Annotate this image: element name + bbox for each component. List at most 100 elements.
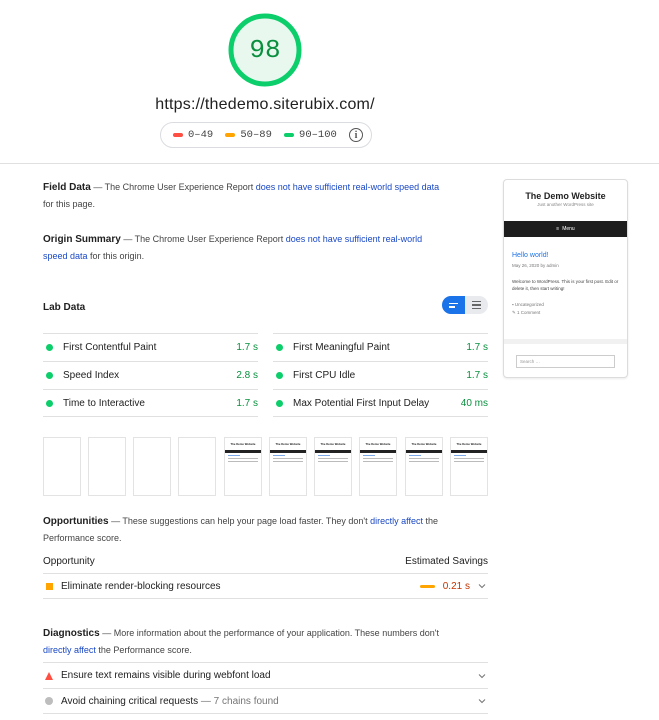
preview-site-title: The Demo Website (525, 191, 606, 201)
fail-indicator-icon (45, 671, 53, 680)
expanded-view-button[interactable] (465, 296, 488, 314)
diagnostic-critical-request-chains[interactable]: Avoid chaining critical requests — 7 cha… (43, 688, 488, 714)
diagnostics-link[interactable]: directly affect (43, 645, 96, 655)
filmstrip-frame-blank (133, 437, 171, 496)
metric-value: 40 ms (460, 397, 488, 409)
legend-pass-swatch (284, 133, 295, 137)
thumb-line (318, 461, 348, 462)
thumb-line (363, 455, 375, 456)
metric-first-cpu-idle: First CPU Idle 1.7 s (273, 361, 488, 389)
legend-fail-label: 0–49 (188, 129, 214, 141)
metric-name: First Meaningful Paint (293, 341, 390, 353)
preview-category-label: Uncategorized (514, 302, 544, 307)
metrics-view-toggle[interactable] (442, 296, 488, 314)
thumb-line (363, 458, 393, 459)
origin-summary-section: Origin Summary — The Chrome User Experie… (43, 231, 448, 264)
final-screenshot-preview: The Demo Website Just another WordPress … (503, 179, 628, 378)
thumb-line (454, 458, 484, 459)
thumb-line (318, 458, 348, 459)
legend-item-average: 50–89 (225, 129, 272, 141)
lab-data-title: Lab Data (43, 302, 86, 313)
savings-column-header: Estimated Savings (405, 556, 488, 567)
opportunities-table-header: Opportunity Estimated Savings (43, 556, 488, 567)
metric-value: 2.8 s (236, 369, 258, 381)
opportunities-text-pre: — These suggestions can help your page l… (111, 516, 371, 526)
audit-title: Avoid chaining critical requests (61, 695, 199, 707)
thumb-line (228, 458, 258, 459)
savings-bar (419, 584, 435, 588)
thumb-site-title: The Demo Website (320, 442, 346, 446)
header-divider (0, 163, 659, 164)
metric-name: Speed Index (63, 369, 120, 381)
filmstrip-frame-blank (178, 437, 216, 496)
thumb-line (409, 461, 439, 462)
thumb-menu-bar (225, 450, 261, 453)
preview-separator (504, 339, 627, 344)
preview-post-body: Welcome to WordPress. This is your first… (512, 279, 619, 291)
thumb-line (273, 455, 285, 456)
thumb-line (454, 461, 484, 462)
thumb-menu-bar (406, 450, 442, 453)
legend-item-fail: 0–49 (173, 129, 213, 141)
preview-post-title: Hello world! (512, 252, 549, 259)
metric-time-to-interactive: Time to Interactive 1.7 s (43, 389, 258, 417)
metric-first-meaningful-paint: First Meaningful Paint 1.7 s (273, 333, 488, 361)
thumb-menu-bar (270, 450, 306, 453)
diagnostics-text-pre: — More information about the performance… (102, 628, 439, 638)
filmstrip-frame-rendered: The Demo Website (405, 437, 443, 496)
metric-value: 1.7 s (466, 369, 488, 381)
preview-post: Hello world! May 26, 2020 by admin Welco… (512, 252, 622, 316)
metric-name: First Contentful Paint (63, 341, 157, 353)
field-data-link[interactable]: does not have sufficient real-world spee… (256, 182, 439, 192)
metric-row: Time to Interactive 1.7 s Max Potential … (43, 389, 488, 417)
diagnostics-title: Diagnostics (43, 628, 100, 639)
preview-search-field: Search … (516, 355, 615, 368)
opportunities-link[interactable]: directly affect (370, 516, 423, 526)
field-data-text-pre: — The Chrome User Experience Report (93, 182, 256, 192)
field-data-text-post: for this page. (43, 199, 96, 209)
pass-indicator (46, 371, 53, 379)
audit-title: Ensure text remains visible during webfo… (61, 670, 271, 681)
expanded-view-icon (472, 300, 481, 310)
preview-post-date: May 26, 2020 by admin (512, 263, 559, 268)
metric-row: Speed Index 2.8 s First CPU Idle 1.7 s (43, 361, 488, 389)
legend-average-swatch (225, 133, 236, 137)
thumb-line (409, 458, 439, 459)
origin-summary-text-post: for this origin. (87, 251, 145, 261)
opportunity-column-header: Opportunity (43, 556, 95, 567)
thumb-menu-bar (360, 450, 396, 453)
preview-comments-label: 1 Comment (517, 310, 541, 315)
chevron-down-icon[interactable] (478, 672, 486, 680)
preview-menu-bar: ≡ Menu (504, 221, 627, 237)
chevron-down-icon[interactable] (478, 582, 486, 590)
origin-summary-text-pre: — The Chrome User Experience Report (123, 234, 286, 244)
savings-value: 0.21 s (442, 580, 470, 592)
info-icon[interactable]: i (348, 128, 363, 142)
opportunity-render-blocking[interactable]: Eliminate render-blocking resources 0.21… (43, 573, 488, 599)
thumb-menu-bar (315, 450, 351, 453)
filmstrip-frame-blank (88, 437, 126, 496)
thumb-site-title: The Demo Website (230, 442, 256, 446)
thumb-site-title: The Demo Website (365, 442, 391, 446)
filmstrip-frame-rendered: The Demo Website (224, 437, 262, 496)
legend-average-label: 50–89 (240, 129, 272, 141)
chevron-down-icon[interactable] (478, 697, 486, 705)
average-indicator-icon (46, 582, 53, 590)
thumb-line (454, 455, 466, 456)
metric-value: 1.7 s (466, 341, 488, 353)
performance-score-value: 98 (249, 35, 281, 65)
diagnostic-webfont-visible[interactable]: Ensure text remains visible during webfo… (43, 662, 488, 688)
metrics-divider (43, 416, 488, 417)
opportunities-title: Opportunities (43, 516, 109, 527)
thumb-line (228, 455, 240, 456)
compact-view-button[interactable] (442, 296, 465, 314)
preview-menu-label: Menu (562, 226, 575, 232)
report-url: https://thedemo.siterubix.com/ (155, 96, 375, 113)
metric-name: Time to Interactive (63, 397, 145, 409)
compact-view-icon (449, 302, 458, 308)
thumb-menu-bar (451, 450, 487, 453)
filmstrip-frame-blank (43, 437, 81, 496)
thumb-line (273, 458, 303, 459)
thumb-site-title: The Demo Website (456, 442, 482, 446)
legend-pass-label: 90–100 (299, 129, 337, 141)
